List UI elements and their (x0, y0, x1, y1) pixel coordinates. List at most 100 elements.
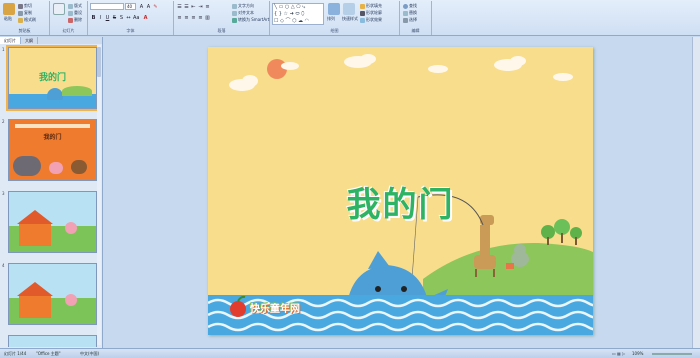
delete-icon (68, 17, 73, 23)
smartart-button[interactable]: 转换为 SmartArt (232, 17, 269, 23)
replace-button[interactable]: 替换 (403, 10, 417, 16)
paragraph-group: ☰ ☰ ⇤ ⇥ ≡ ≡ ≡ ≡ ≡ ▥ 文字方向 对齐文本 转换为 SmartA… (174, 1, 270, 35)
strikethrough-button[interactable]: S (111, 14, 118, 21)
slide-count: 幻灯片 1/44 (4, 351, 27, 356)
shadow-button[interactable]: S (118, 14, 125, 21)
tab-outline[interactable]: 大纲 (21, 37, 38, 44)
group-label-editing: 编辑 (411, 28, 420, 33)
pig-icon (49, 162, 63, 174)
theme-name: "Office 主题" (36, 351, 61, 356)
new-slide-icon[interactable] (53, 3, 65, 15)
font-color-button[interactable]: A (142, 14, 149, 21)
char-spacing-button[interactable]: ↔ (125, 14, 132, 21)
smartart-icon (232, 17, 237, 23)
text-direction-button[interactable]: 文字方向 (232, 3, 254, 9)
group-label-drawing: 绘图 (330, 28, 339, 33)
justify-button[interactable]: ≡ (197, 14, 204, 21)
slide-thumb-1[interactable]: 我的门 (6, 45, 99, 111)
copy-button[interactable]: 复制 (18, 10, 32, 16)
align-right-button[interactable]: ≡ (190, 14, 197, 21)
delete-slide-button[interactable]: 删除 (68, 17, 82, 23)
align-text-icon (232, 10, 237, 16)
brush-icon (18, 17, 23, 23)
shrink-font-button[interactable]: A (145, 3, 152, 10)
language-indicator[interactable]: 中文(中国) (80, 351, 99, 357)
fill-bucket-icon (360, 3, 365, 9)
roof-icon (17, 282, 53, 296)
pig-icon (65, 222, 77, 234)
font-name-combo[interactable] (90, 3, 124, 10)
zoom-level[interactable]: 109% (632, 351, 643, 356)
drawing-group: ╲ ▭ ○ △ ⬠ ⤷{ } ☆ ➜ ⬭ ⬯ ☐ ◇ ⌒ ⬡ ☁ ◠ 排列 快速样… (270, 1, 400, 35)
panel-scrollbar[interactable] (97, 45, 101, 345)
slides-group: 版式 重设 删除 幻灯片 (50, 1, 88, 35)
slide-title[interactable]: 我的门 (208, 177, 593, 226)
slide-thumb-2[interactable]: 我的门 (8, 119, 97, 181)
line-spacing-button[interactable]: ≡ (204, 3, 211, 10)
align-center-button[interactable]: ≡ (183, 14, 190, 21)
thumb-number: 1 (2, 47, 5, 52)
select-button[interactable]: 选择 (403, 17, 417, 23)
align-left-button[interactable]: ≡ (176, 14, 183, 21)
slide-thumb-5[interactable] (8, 335, 97, 347)
shape-effects-button[interactable]: 形状效果 (360, 17, 382, 23)
cut-button[interactable]: 剪切 (18, 3, 32, 9)
outline-pen-icon (360, 10, 365, 16)
increase-indent-button[interactable]: ⇥ (197, 3, 204, 10)
change-case-button[interactable]: Aa (132, 14, 139, 21)
select-cursor-icon (403, 17, 408, 23)
grow-font-button[interactable]: A (138, 3, 145, 10)
columns-button[interactable]: ▥ (204, 14, 211, 21)
layout-icon (68, 3, 73, 9)
underline-button[interactable]: U (104, 14, 111, 21)
hippo-icon (13, 156, 41, 176)
effects-icon (360, 17, 365, 23)
ribbon: 粘贴 剪切 复制 格式刷 剪贴板 版式 重设 删除 幻灯片 40 A A ✎ B… (0, 0, 700, 36)
slide-thumb-row-2[interactable]: 2 我的门 (0, 117, 103, 181)
bullets-button[interactable]: ☰ (176, 3, 183, 10)
arrange-icon[interactable] (328, 3, 340, 15)
reset-button[interactable]: 重设 (68, 10, 82, 16)
tab-slides[interactable]: 幻灯片 (0, 37, 21, 44)
group-label-clipboard: 剪贴板 (18, 28, 31, 33)
italic-button[interactable]: I (97, 14, 104, 21)
shark-icon (47, 88, 63, 100)
group-label-font: 字体 (126, 28, 135, 33)
view-buttons[interactable]: ▭ ▦ ▷ (612, 351, 625, 356)
paste-button[interactable]: 粘贴 (4, 16, 12, 22)
quick-styles-icon[interactable] (343, 3, 355, 15)
bold-button[interactable]: B (90, 14, 97, 21)
align-text-button[interactable]: 对齐文本 (232, 10, 254, 16)
slide-thumb-row-5[interactable] (0, 333, 103, 347)
house-icon (19, 224, 51, 246)
decrease-indent-button[interactable]: ⇤ (190, 3, 197, 10)
slide-thumb-3[interactable] (8, 191, 97, 253)
slide-thumb-row-1[interactable]: 1 我的门 (0, 45, 103, 111)
vertical-scrollbar[interactable] (692, 37, 700, 348)
slide-thumb-row-3[interactable]: 3 (0, 189, 103, 253)
panel-scroll-thumb[interactable] (97, 47, 101, 77)
layout-button[interactable]: 版式 (68, 3, 82, 9)
find-button[interactable]: 查找 (403, 3, 417, 9)
slide-thumb-4[interactable] (8, 263, 97, 325)
logo-text: 快乐童年网 (250, 304, 300, 315)
font-group: 40 A A ✎ B I U S S ↔ Aa A 字体 (88, 1, 174, 35)
shape-outline-button[interactable]: 形状轮廓 (360, 10, 382, 16)
slide-thumb-row-4[interactable]: 4 (0, 261, 103, 325)
text-direction-icon (232, 3, 237, 9)
slide-editing-area: 我的门 快乐童年网 (104, 37, 692, 348)
sun-icon (267, 59, 287, 79)
arrange-button[interactable]: 排列 (327, 16, 335, 22)
font-size-combo[interactable]: 40 (125, 3, 136, 10)
house-icon (19, 296, 51, 318)
current-slide[interactable]: 我的门 快乐童年网 (208, 47, 593, 335)
clear-format-button[interactable]: ✎ (152, 3, 159, 10)
zoom-slider[interactable] (652, 353, 692, 355)
paste-icon[interactable] (3, 3, 15, 15)
shape-fill-button[interactable]: 形状填充 (360, 3, 382, 9)
quick-styles-button[interactable]: 快速样式 (342, 16, 358, 22)
numbering-button[interactable]: ☰ (183, 3, 190, 10)
copy-icon (18, 10, 23, 16)
shapes-gallery[interactable]: ╲ ▭ ○ △ ⬠ ⤷{ } ☆ ➜ ⬭ ⬯ ☐ ◇ ⌒ ⬡ ☁ ◠ (272, 3, 324, 25)
format-painter-button[interactable]: 格式刷 (18, 17, 36, 23)
